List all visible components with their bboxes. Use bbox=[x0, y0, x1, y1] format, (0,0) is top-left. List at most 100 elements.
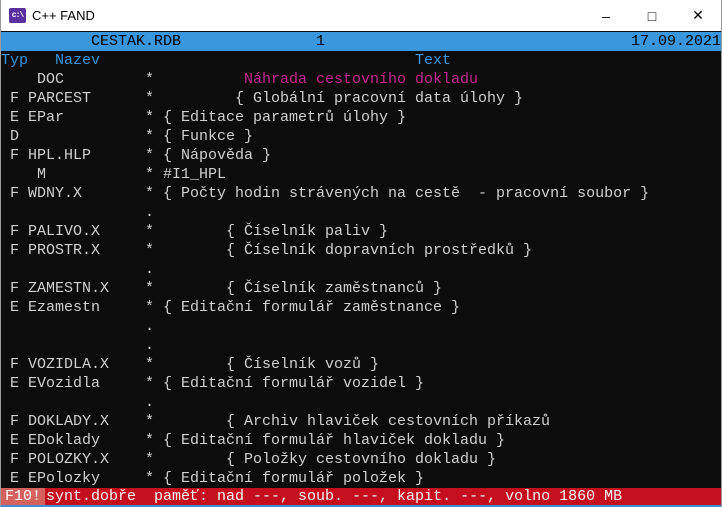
table-row[interactable]: F POLOZKY.X * { Položky cestovního dokladu … bbox=[1, 450, 721, 469]
cell-mark: * bbox=[145, 450, 154, 469]
continuation-row[interactable]: . bbox=[1, 317, 721, 336]
cell-nazev: Ezamestn bbox=[28, 298, 100, 317]
table-row[interactable]: F PROSTR.X * { Číselník dopravních prostřed… bbox=[1, 241, 721, 260]
cell-mark: * bbox=[145, 89, 154, 108]
cell-mark: * bbox=[145, 70, 154, 89]
cell-mark: * bbox=[145, 412, 154, 431]
table-row[interactable]: E EDoklady * { Editační formulář hlaviček d… bbox=[1, 431, 721, 450]
cell-mark: * bbox=[145, 355, 154, 374]
table-row[interactable]: E EPar * { Editace parametrů úlohy } bbox=[1, 108, 721, 127]
cell-mark: * bbox=[145, 146, 154, 165]
minimize-button[interactable]: – bbox=[583, 0, 629, 31]
cell-nazev: EPar bbox=[28, 108, 64, 127]
table-row[interactable]: EEPolozky*{ Editační formulář položek } bbox=[1, 469, 721, 488]
continuation-row[interactable]: . bbox=[1, 336, 721, 355]
status-bar: F10! synt.dobře paměť: nad ---, soub. --… bbox=[1, 488, 721, 505]
cell-text: { Editační formulář hlaviček dokladu } bbox=[163, 431, 505, 450]
title-bar: c:\ C++ FAND – □ ✕ bbox=[1, 0, 721, 31]
cell-mark: * bbox=[145, 108, 154, 127]
cell-text: { Editační formulář vozidel } bbox=[163, 374, 424, 393]
cell-nazev: EPolozky bbox=[28, 469, 100, 488]
cell-mark: * bbox=[145, 241, 154, 260]
cell-mark: . bbox=[145, 336, 154, 355]
column-header-row: Typ Nazev Text bbox=[1, 51, 721, 70]
table-row[interactable]: FWDNY.X*{ Počty hodin strávených na cest… bbox=[1, 184, 721, 203]
cell-nazev: PROSTR.X bbox=[28, 241, 100, 260]
continuation-row[interactable]: . bbox=[1, 260, 721, 279]
cell-mark: . bbox=[145, 260, 154, 279]
table-row[interactable]: FDOKLADY.X*{ Archiv hlaviček cestovních … bbox=[1, 412, 721, 431]
cell-nazev: PALIVO.X bbox=[28, 222, 100, 241]
table-body: DOC * Náhrada cestovního dokladu F PARCEST * {… bbox=[1, 70, 721, 488]
column-header-nazev: Nazev bbox=[55, 51, 100, 70]
cell-mark: * bbox=[145, 469, 154, 488]
table-row[interactable]: M * #I1_HPL bbox=[1, 165, 721, 184]
cell-nazev: DOC bbox=[37, 70, 64, 89]
table-row[interactable]: FZAMESTN.X*{ Číselník zaměstnanců } bbox=[1, 279, 721, 298]
cell-text: Náhrada cestovního dokladu bbox=[244, 70, 478, 89]
cell-text: { Položky cestovního dokladu } bbox=[226, 450, 496, 469]
table-row[interactable]: F HPL.HLP * { Nápověda } bbox=[1, 146, 721, 165]
table-row[interactable]: E EVozidla * { Editační formulář vozidel } bbox=[1, 374, 721, 393]
cell-typ: F bbox=[10, 222, 19, 241]
cell-text: { Globální pracovní data úlohy } bbox=[235, 89, 523, 108]
cell-mark: * bbox=[145, 184, 154, 203]
console-icon: c:\ bbox=[9, 8, 26, 23]
cell-typ: F bbox=[10, 89, 19, 108]
cell-text: { Archiv hlaviček cestovních příkazů bbox=[226, 412, 550, 431]
cell-nazev: M bbox=[37, 165, 46, 184]
cell-mark: * bbox=[145, 279, 154, 298]
record-counter: 1 bbox=[316, 32, 325, 51]
table-row[interactable]: FVOZIDLA.X*{ Číselník vozů } bbox=[1, 355, 721, 374]
cell-nazev: ZAMESTN.X bbox=[28, 279, 109, 298]
cell-mark: * bbox=[145, 298, 154, 317]
cell-nazev: POLOZKY.X bbox=[28, 450, 109, 469]
table-row[interactable]: F PARCEST * { Globální pracovní data úlohy … bbox=[1, 89, 721, 108]
table-row[interactable]: D*{ Funkce } bbox=[1, 127, 721, 146]
cell-mark: * bbox=[145, 222, 154, 241]
table-row[interactable]: F PALIVO.X * { Číselník paliv } bbox=[1, 222, 721, 241]
cell-typ: F bbox=[10, 184, 19, 203]
cell-nazev: HPL.HLP bbox=[28, 146, 91, 165]
cell-text: { Funkce } bbox=[163, 127, 253, 146]
cell-mark: * bbox=[145, 374, 154, 393]
cell-mark: . bbox=[145, 393, 154, 412]
cell-typ: E bbox=[10, 298, 19, 317]
cell-mark: * bbox=[145, 431, 154, 450]
cell-nazev: EDoklady bbox=[28, 431, 100, 450]
cell-text: #I1_HPL bbox=[163, 165, 226, 184]
file-name: CESTAK.RDB bbox=[91, 32, 181, 51]
cell-nazev: EVozidla bbox=[28, 374, 100, 393]
continuation-row[interactable]: . bbox=[1, 203, 721, 222]
cell-typ: F bbox=[10, 355, 19, 374]
cell-mark: . bbox=[145, 317, 154, 336]
table-row[interactable]: E Ezamestn * { Editační formulář zaměstnanc… bbox=[1, 298, 721, 317]
cell-text: { Editace parametrů úlohy } bbox=[163, 108, 406, 127]
cell-typ: E bbox=[10, 431, 19, 450]
cell-typ: F bbox=[10, 146, 19, 165]
cell-typ: F bbox=[10, 450, 19, 469]
cell-text: { Číselník paliv } bbox=[226, 222, 388, 241]
table-row[interactable]: DOC * Náhrada cestovního dokladu bbox=[1, 70, 721, 89]
header-date: 17.09.2021 bbox=[631, 32, 721, 51]
cell-typ: E bbox=[10, 374, 19, 393]
cell-mark: . bbox=[145, 203, 154, 222]
cell-typ: E bbox=[10, 108, 19, 127]
cell-mark: * bbox=[145, 165, 154, 184]
cell-mark: * bbox=[145, 127, 154, 146]
maximize-button[interactable]: □ bbox=[629, 0, 675, 31]
cell-text: { Nápověda } bbox=[163, 146, 271, 165]
column-header-typ: Typ bbox=[1, 51, 28, 70]
cell-text: { Počty hodin strávených na cestě - prac… bbox=[163, 184, 649, 203]
file-header-bar: CESTAK.RDB 1 17.09.2021 bbox=[1, 32, 721, 51]
cell-text: { Číselník dopravních prostředků } bbox=[226, 241, 532, 260]
cell-typ: F bbox=[10, 241, 19, 260]
app-window: c:\ C++ FAND – □ ✕ CESTAK.RDB 1 17.09.20… bbox=[0, 0, 722, 507]
cell-nazev: PARCEST bbox=[28, 89, 91, 108]
continuation-row[interactable]: . bbox=[1, 393, 721, 412]
cell-nazev: DOKLADY.X bbox=[28, 412, 109, 431]
cell-text: { Editační formulář zaměstnance } bbox=[163, 298, 460, 317]
column-header-text: Text bbox=[415, 51, 451, 70]
status-message: synt.dobře paměť: nad ---, soub. ---, ka… bbox=[46, 488, 622, 505]
close-button[interactable]: ✕ bbox=[675, 0, 721, 31]
